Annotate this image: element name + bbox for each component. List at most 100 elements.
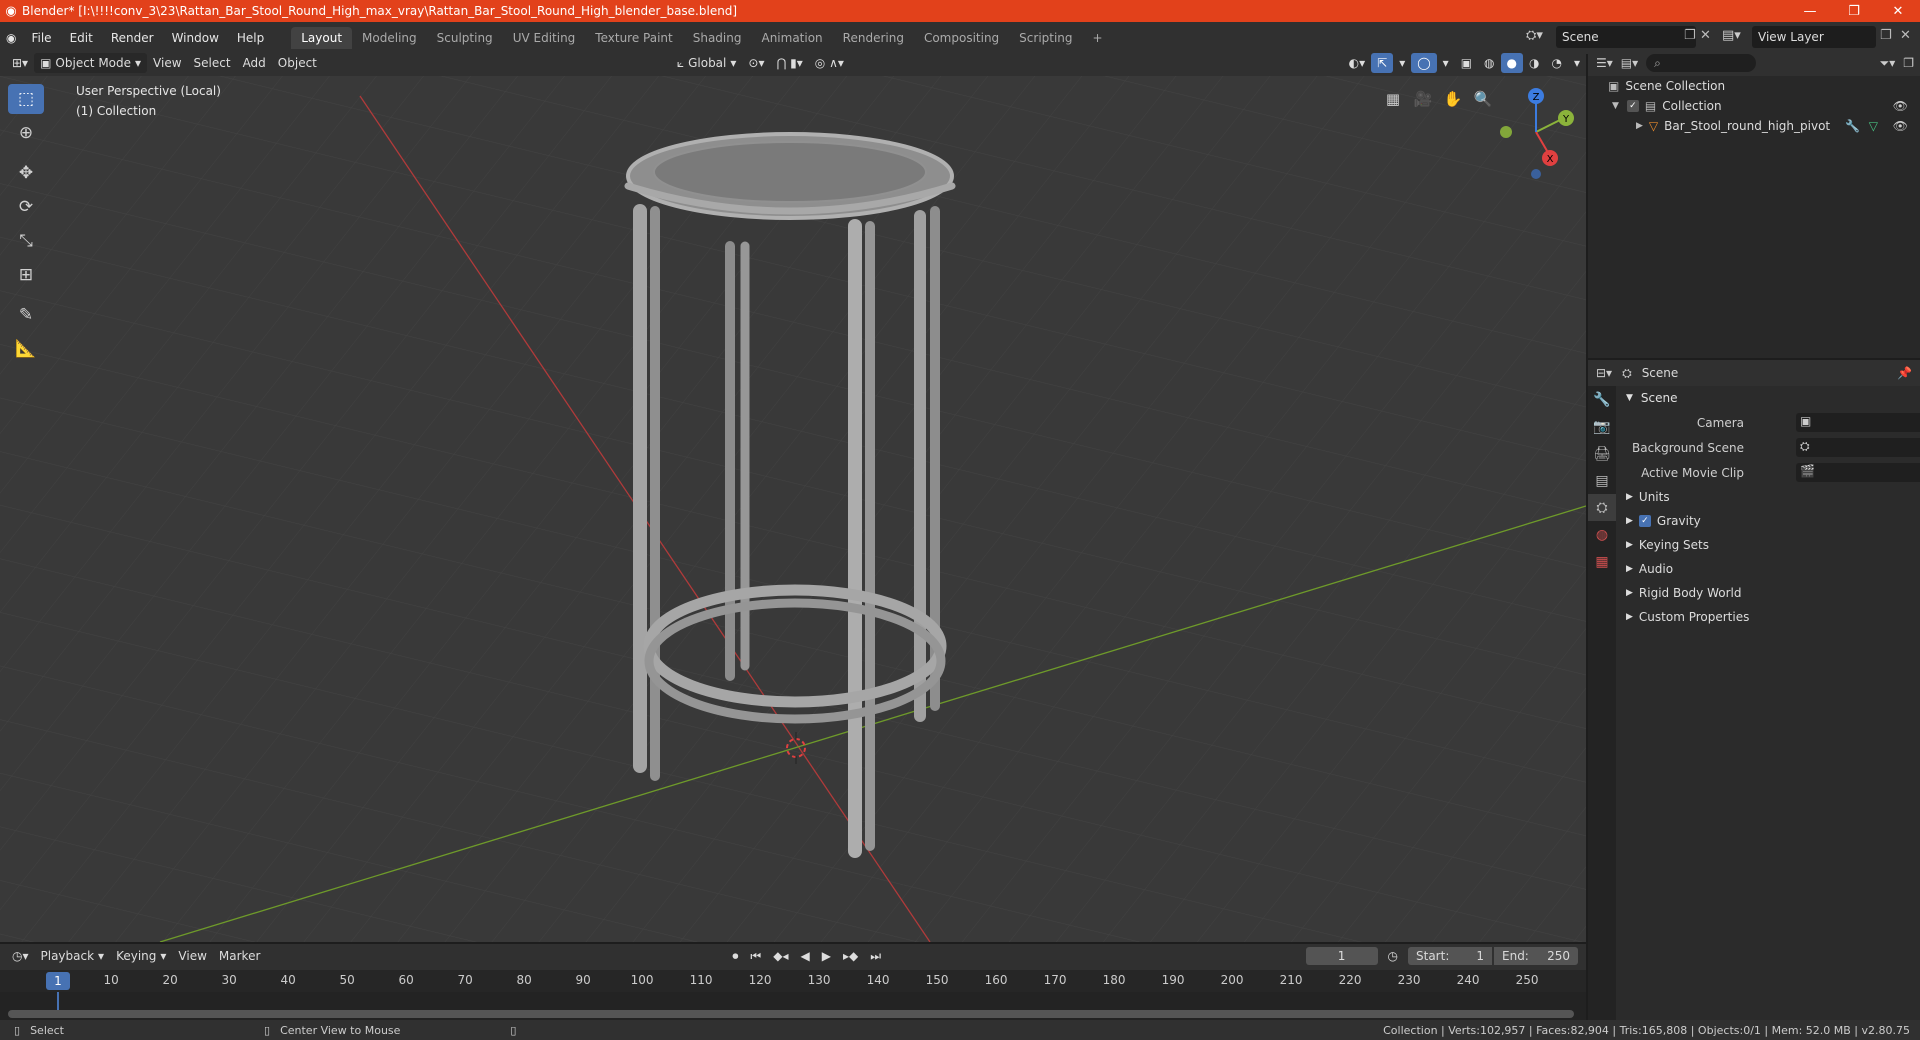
xray-icon[interactable]: ▣: [1455, 53, 1478, 73]
jump-end-icon[interactable]: ⏭: [864, 946, 887, 966]
texture-tab-icon[interactable]: ▦: [1588, 548, 1616, 575]
editor-type-icon[interactable]: ⊞▾: [6, 53, 34, 73]
shading-solid-icon[interactable]: ●: [1500, 53, 1523, 73]
scene-panel-header[interactable]: ▼ Scene: [1620, 386, 1920, 410]
gravity-checkbox[interactable]: ✓: [1638, 515, 1651, 527]
properties-editor-icon[interactable]: ⊟▾: [1596, 366, 1612, 380]
prev-key-icon[interactable]: ◆◂: [767, 946, 794, 966]
menu-view[interactable]: View: [147, 53, 187, 73]
menu-help[interactable]: Help: [228, 26, 273, 50]
new-view-layer-icon[interactable]: ❐: [1880, 28, 1892, 43]
marker-menu[interactable]: Marker: [213, 946, 266, 966]
tab-animation[interactable]: Animation: [751, 27, 832, 49]
maximize-icon[interactable]: ❐: [1832, 0, 1876, 22]
pin-icon[interactable]: 📌: [1897, 366, 1912, 380]
overlay-toggle-icon[interactable]: ◯: [1411, 53, 1437, 73]
overlay-dropdown-icon[interactable]: ▾: [1437, 53, 1455, 73]
current-frame-field[interactable]: 1: [1305, 947, 1378, 965]
tab-layout[interactable]: Layout: [291, 27, 353, 49]
render-tab-icon[interactable]: 📷: [1588, 413, 1616, 440]
timeline-view-menu[interactable]: View: [172, 946, 212, 966]
minimize-icon[interactable]: —: [1788, 0, 1832, 22]
scene-tab-icon[interactable]: ⛭: [1588, 494, 1616, 521]
tab-shading[interactable]: Shading: [683, 27, 752, 49]
gizmo-neg-y-icon[interactable]: [1500, 126, 1512, 138]
menu-render[interactable]: Render: [102, 26, 163, 50]
move-icon[interactable]: ✥: [8, 158, 44, 188]
tab-modeling[interactable]: Modeling: [352, 27, 427, 49]
menu-select[interactable]: Select: [188, 53, 237, 73]
toggle-camera-icon[interactable]: ▦: [1380, 86, 1406, 112]
filter-icon[interactable]: ⏷▾: [1880, 56, 1896, 71]
collection-eye-icon[interactable]: 👁: [1893, 99, 1908, 113]
display-mode-icon[interactable]: ▤▾: [1621, 56, 1638, 70]
blender-menu-icon[interactable]: ◉: [0, 26, 22, 50]
scale-icon[interactable]: ⤡: [8, 226, 44, 256]
mesh-data-icon[interactable]: ▽: [1869, 119, 1878, 133]
scene-field[interactable]: Scene: [1556, 26, 1696, 48]
expand-object-icon[interactable]: ▶: [1636, 121, 1643, 131]
movie-clip-field[interactable]: 🎬: [1796, 463, 1920, 482]
tab-uv-editing[interactable]: UV Editing: [503, 27, 586, 49]
close-icon[interactable]: ✕: [1876, 0, 1920, 22]
playback-menu[interactable]: Playback ▾: [35, 946, 111, 966]
current-frame-indicator[interactable]: 1: [46, 972, 70, 990]
proportional-edit-icon[interactable]: ◎ ∧▾: [809, 53, 850, 73]
remove-scene-icon[interactable]: ✕: [1700, 28, 1711, 43]
tab-texture-paint[interactable]: Texture Paint: [585, 27, 682, 49]
outliner-search-input[interactable]: ⌕: [1646, 54, 1757, 72]
tool-tab-icon[interactable]: 🔧: [1588, 386, 1616, 413]
new-collection-icon[interactable]: ❐: [1903, 56, 1914, 70]
camera-view-icon[interactable]: 🎥: [1410, 86, 1436, 112]
outliner-row-object[interactable]: ▶ ▽ Bar_Stool_round_high_pivot 🔧 ▽ 👁: [1588, 116, 1920, 136]
snap-icon[interactable]: ⋂ ▮▾: [770, 53, 808, 73]
shading-wireframe-icon[interactable]: ◍: [1478, 53, 1500, 73]
mode-dropdown[interactable]: ▣ Object Mode ▾: [34, 53, 148, 73]
keying-menu[interactable]: Keying ▾: [110, 946, 172, 966]
collection-checkbox[interactable]: ✓: [1626, 100, 1639, 112]
transform-icon[interactable]: ⊞: [8, 260, 44, 290]
end-frame-field[interactable]: End: 250: [1494, 947, 1578, 965]
menu-object[interactable]: Object: [272, 53, 323, 73]
start-frame-field[interactable]: Start: 1: [1408, 947, 1492, 965]
gravity-panel[interactable]: ▶ ✓ Gravity: [1620, 509, 1920, 533]
shading-dropdown-icon[interactable]: ▾: [1568, 53, 1586, 73]
view-layer-tab-icon[interactable]: ▤: [1588, 467, 1616, 494]
outliner-row-scene-collection[interactable]: ▣ Scene Collection: [1588, 76, 1920, 96]
tab-compositing[interactable]: Compositing: [914, 27, 1009, 49]
timeline-ruler[interactable]: 1 10 20 30 40 50 60 70 80 90 100 110 120 130 140 150 16…: [0, 970, 1586, 992]
preview-range-icon[interactable]: ◷: [1382, 946, 1404, 966]
tab-rendering[interactable]: Rendering: [833, 27, 914, 49]
timeline-editor-icon[interactable]: ◷▾: [6, 946, 35, 966]
measure-icon[interactable]: 📐: [8, 334, 44, 364]
expand-collection-icon[interactable]: ▼: [1612, 101, 1619, 111]
gizmo-dropdown-icon[interactable]: ▾: [1393, 53, 1411, 73]
gizmo-neg-z-icon[interactable]: [1531, 169, 1541, 179]
add-workspace-button[interactable]: +: [1083, 27, 1113, 49]
outliner-row-collection[interactable]: ▼ ✓ ▤ Collection 👁: [1588, 96, 1920, 116]
outliner-editor-icon[interactable]: ☰▾: [1596, 56, 1613, 70]
view-layer-icon[interactable]: ▤▾: [1722, 28, 1741, 43]
camera-field[interactable]: ▣✒: [1796, 413, 1920, 432]
annotate-icon[interactable]: ✎: [8, 300, 44, 330]
view-layer-field[interactable]: View Layer: [1752, 26, 1876, 48]
3d-viewport[interactable]: Z Y X User Perspective (Local) (1) Colle…: [0, 76, 1586, 942]
menu-file[interactable]: File: [22, 26, 60, 50]
tab-sculpting[interactable]: Sculpting: [427, 27, 503, 49]
pivot-icon[interactable]: ⊙▾: [742, 53, 770, 73]
scene-selector-icon[interactable]: ⛭▾: [1526, 28, 1543, 43]
custom-properties-panel[interactable]: ▶ Custom Properties: [1620, 605, 1920, 629]
background-scene-field[interactable]: ⛭: [1796, 438, 1920, 457]
record-icon[interactable]: ⏺: [726, 946, 744, 966]
visibility-icon[interactable]: ◐▾: [1343, 53, 1372, 73]
tab-scripting[interactable]: Scripting: [1009, 27, 1082, 49]
zoom-icon[interactable]: 🔍: [1470, 86, 1496, 112]
audio-panel[interactable]: ▶ Audio: [1620, 557, 1920, 581]
shading-rendered-icon[interactable]: ◔: [1545, 53, 1567, 73]
rotate-icon[interactable]: ⟳: [8, 192, 44, 222]
select-box-icon[interactable]: ⬚: [8, 84, 44, 114]
units-panel[interactable]: ▶ Units: [1620, 485, 1920, 509]
world-tab-icon[interactable]: ◍: [1588, 521, 1616, 548]
timeline-scrollbar[interactable]: [8, 1010, 1574, 1018]
remove-view-layer-icon[interactable]: ✕: [1900, 28, 1911, 43]
